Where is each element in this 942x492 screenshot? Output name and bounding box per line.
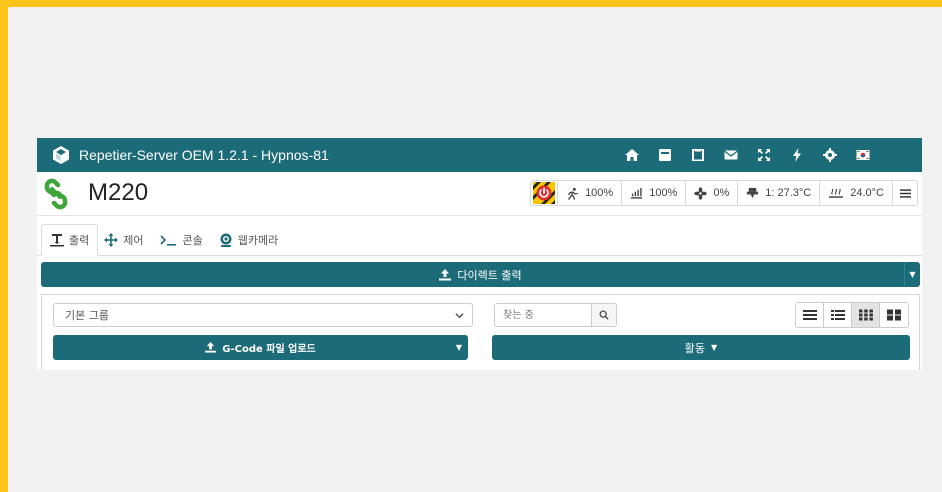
fan-icon <box>694 186 708 200</box>
large-grid-view-icon[interactable] <box>880 303 908 327</box>
running-icon <box>568 187 578 200</box>
gear-icon[interactable] <box>813 138 846 172</box>
caret-down-icon: ▼ <box>711 343 718 352</box>
tab-console[interactable]: 콘솔 <box>159 224 213 256</box>
tab-control[interactable]: 제어 <box>104 224 153 256</box>
gcode-panel: 기본 그룹 G-C <box>41 294 920 370</box>
navbar-icon-group <box>615 138 879 172</box>
terminal-icon <box>159 233 178 247</box>
extruder-temperature[interactable]: 1: 27.3°C <box>738 181 821 205</box>
printer-name: M220 <box>88 179 149 206</box>
upload-icon <box>439 268 452 280</box>
search-input[interactable] <box>495 304 591 326</box>
tab-webcam[interactable]: 웹카메라 <box>219 224 288 256</box>
tab-print-label: 출력 <box>69 234 90 247</box>
bed-temperature[interactable]: 24.0°C <box>820 181 893 205</box>
direct-print-dropdown-toggle[interactable]: ▼ <box>904 262 920 287</box>
printer-header: M220 100% 100% 0% 1: 27.3°C 24.0°C <box>37 172 922 216</box>
home-icon[interactable] <box>615 138 648 172</box>
repetier-logo-icon[interactable] <box>51 145 71 165</box>
bolt-icon[interactable] <box>780 138 813 172</box>
hamburger-menu-icon[interactable] <box>893 181 917 205</box>
group-select[interactable]: 기본 그룹 <box>53 303 473 327</box>
chevron-down-icon <box>455 310 464 323</box>
heated-bed-icon <box>829 188 844 198</box>
extruder-icon <box>747 187 759 198</box>
chain-link-icon <box>41 178 71 210</box>
webcam-icon <box>219 233 233 247</box>
printer-tabs: 출력 제어 콘솔 웹카메라 <box>41 224 288 256</box>
printer-status-bar: 100% 100% 0% 1: 27.3°C 24.0°C <box>530 180 918 206</box>
envelope-icon[interactable] <box>714 138 747 172</box>
direct-print-label: 다이렉트 출력 <box>457 268 522 282</box>
direct-print-button[interactable]: 다이렉트 출력 ▼ <box>41 262 920 287</box>
group-select-value: 기본 그룹 <box>65 309 109 322</box>
bed-temp-value: 24.0°C <box>850 187 884 199</box>
tab-control-label: 제어 <box>123 234 144 247</box>
flow-multiplier[interactable]: 100% <box>622 181 687 205</box>
top-navbar: Repetier-Server OEM 1.2.1 - Hypnos-81 <box>37 138 922 172</box>
activity-dropdown-button[interactable]: 활동 ▼ <box>492 335 910 360</box>
speed-multiplier[interactable]: 100% <box>558 181 623 205</box>
flag-icon[interactable] <box>846 138 879 172</box>
fan-value: 0% <box>713 187 730 199</box>
book-icon[interactable] <box>681 138 714 172</box>
flow-value: 100% <box>649 187 678 199</box>
gcode-upload-label: G-Code 파일 업로드 <box>222 344 316 355</box>
search-icon[interactable] <box>591 304 616 326</box>
print-icon <box>50 233 64 247</box>
flow-icon <box>631 187 643 199</box>
search-box <box>494 303 617 327</box>
activity-label: 활동 <box>684 341 706 355</box>
frame-border-left <box>0 0 8 492</box>
printer-icon[interactable] <box>648 138 681 172</box>
list-view-icon[interactable] <box>796 303 824 327</box>
frame-border-top <box>0 0 942 7</box>
app-title[interactable]: Repetier-Server OEM 1.2.1 - Hypnos-81 <box>79 147 329 163</box>
move-icon <box>104 233 119 247</box>
speed-value: 100% <box>585 187 614 199</box>
tab-console-label: 콘솔 <box>182 234 203 247</box>
tab-print[interactable]: 출력 <box>41 224 99 256</box>
emergency-stop-icon[interactable] <box>531 180 559 206</box>
app-window: Repetier-Server OEM 1.2.1 - Hypnos-81 M2… <box>37 138 922 370</box>
expand-icon[interactable] <box>747 138 780 172</box>
small-grid-view-icon[interactable] <box>852 303 880 327</box>
extruder-temp-value: 1: 27.3°C <box>765 187 812 199</box>
gcode-upload-button[interactable]: G-Code 파일 업로드 ▼ <box>53 335 468 360</box>
upload-dropdown-toggle[interactable]: ▼ <box>450 335 468 360</box>
fan-speed[interactable]: 0% <box>686 181 739 205</box>
view-mode-toggle <box>795 302 909 328</box>
tab-webcam-label: 웹카메라 <box>237 234 279 247</box>
detail-list-view-icon[interactable] <box>824 303 852 327</box>
upload-icon <box>205 342 217 353</box>
